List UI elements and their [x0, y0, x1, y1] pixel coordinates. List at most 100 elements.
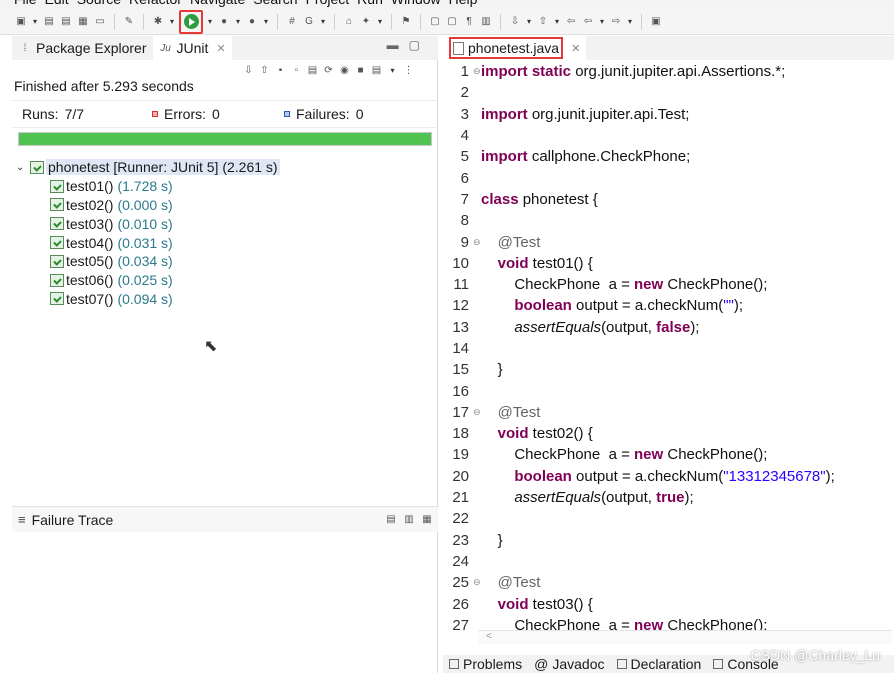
test-item[interactable]: test07() (0.094 s) — [12, 290, 438, 309]
coverage-icon[interactable]: ● — [217, 15, 231, 29]
show-failures-only-icon[interactable]: ▪ — [274, 64, 287, 77]
pin-icon[interactable]: ⚑ — [399, 15, 413, 29]
menu-project[interactable]: Project — [306, 0, 350, 9]
save-all-icon[interactable]: ▤ — [59, 15, 73, 29]
code-editor[interactable]: 1 ⊖ import static org.junit.jupiter.api.As… — [443, 61, 894, 636]
show-skipped-icon[interactable]: ▫ — [290, 64, 303, 77]
toggle-mark-icon[interactable]: ▢ — [428, 15, 442, 29]
menu-refactor[interactable]: Refactor — [129, 0, 182, 9]
fold-icon[interactable]: ⊖ — [473, 66, 481, 77]
test-item[interactable]: test02() (0.000 s) — [12, 196, 438, 215]
copy-trace-icon[interactable]: ▦ — [420, 512, 434, 526]
errors-counter: Errors: 0 — [152, 106, 284, 122]
next-annotation-icon[interactable]: ⇩ — [508, 15, 522, 29]
chevron-down-icon[interactable]: ▾ — [525, 15, 533, 29]
history-icon[interactable]: ▤ — [370, 64, 383, 77]
save-icon[interactable]: ▤ — [42, 15, 56, 29]
test-item[interactable]: test06() (0.025 s) — [12, 271, 438, 290]
previous-failure-icon[interactable]: ⇧ — [258, 64, 271, 77]
tab-javadoc[interactable]: @ Javadoc — [534, 656, 604, 672]
toolbar-separator — [143, 13, 144, 30]
toolbar-separator — [641, 13, 642, 30]
menu-help[interactable]: Help — [449, 0, 478, 9]
last-edit-icon[interactable]: ⇦ — [564, 15, 578, 29]
wrench-icon[interactable]: ✎ — [122, 15, 136, 29]
close-icon[interactable]: ✕ — [216, 42, 225, 55]
print-icon[interactable]: ▦ — [76, 15, 90, 29]
rerun-icon[interactable]: ⟳ — [322, 64, 335, 77]
filter-stack-icon[interactable]: ▥ — [402, 512, 416, 526]
fold-icon[interactable]: ⊖ — [473, 577, 481, 588]
forward-icon[interactable]: ⇨ — [609, 15, 623, 29]
code-text: import callphone.CheckPhone; — [481, 148, 691, 166]
test-tree-root[interactable]: ⌄ phonetest [Runner: JUnit 5] (2.261 s) — [12, 158, 438, 177]
chevron-down-icon[interactable]: ▾ — [262, 15, 270, 29]
menu-window[interactable]: Window — [391, 0, 441, 9]
tab-problems[interactable]: Problems — [449, 656, 522, 672]
chevron-down-icon[interactable]: ▾ — [553, 15, 561, 29]
stop-icon[interactable]: ■ — [354, 64, 367, 77]
code-line: 20 boolean output = a.checkNum("13312345… — [443, 466, 894, 487]
next-failure-icon[interactable]: ⇩ — [242, 64, 255, 77]
scroll-left-icon[interactable]: < — [486, 631, 492, 642]
close-icon[interactable]: ✕ — [571, 42, 580, 55]
test-item[interactable]: test01() (1.728 s) — [12, 177, 438, 196]
chevron-down-icon[interactable]: ▾ — [626, 15, 634, 29]
tab-declaration[interactable]: Declaration — [616, 656, 701, 672]
test-tree: ⌄ phonetest [Runner: JUnit 5] (2.261 s) … — [12, 158, 438, 308]
menu-file[interactable]: File — [14, 0, 37, 9]
line-number: 27 — [452, 616, 469, 634]
menu-source[interactable]: Source — [77, 0, 121, 9]
menu-navigate[interactable]: Navigate — [190, 0, 245, 9]
chevron-down-icon[interactable]: ▾ — [319, 15, 327, 29]
chevron-down-icon[interactable]: ▾ — [31, 15, 39, 29]
tab-editor-file[interactable]: phonetest.java ✕ — [443, 36, 587, 60]
runs-value: 7/7 — [64, 106, 85, 122]
toggle-block-icon[interactable]: ▢ — [445, 15, 459, 29]
chevron-down-icon[interactable]: ▾ — [168, 15, 176, 29]
chevron-down-icon[interactable]: ▾ — [206, 15, 214, 29]
debug-icon[interactable]: ✱ — [151, 15, 165, 29]
test-suite-icon — [30, 160, 44, 174]
minimize-icon[interactable]: ▬ — [387, 38, 409, 52]
maximize-icon[interactable]: ▢ — [409, 38, 430, 52]
run-button[interactable] — [179, 9, 203, 34]
test-item[interactable]: test04() (0.031 s) — [12, 233, 438, 252]
tab-package-explorer[interactable]: ⁞ Package Explorer — [12, 36, 153, 60]
code-line: 8 — [443, 210, 894, 231]
terminal-icon[interactable]: ▭ — [93, 15, 107, 29]
show-whitespace-icon[interactable]: ¶ — [462, 15, 476, 29]
test-pass-icon — [50, 254, 64, 268]
search-icon[interactable]: ✦ — [359, 15, 373, 29]
open-type-icon[interactable]: ⌂ — [342, 15, 356, 29]
fold-icon[interactable]: ⊖ — [473, 237, 481, 248]
menu-edit[interactable]: Edit — [45, 0, 69, 9]
code-text: void test02() { — [497, 425, 593, 443]
tab-junit[interactable]: Ju JUnit ✕ — [152, 36, 232, 60]
new-package-icon[interactable]: # — [285, 15, 299, 29]
compare-results-icon[interactable]: ▤ — [384, 512, 398, 526]
show-lines-icon[interactable]: ▥ — [479, 15, 493, 29]
rerun-failed-icon[interactable]: ◉ — [338, 64, 351, 77]
external-tools-icon[interactable]: ● — [245, 15, 259, 29]
test-item[interactable]: test05() (0.034 s) — [12, 252, 438, 271]
fold-icon[interactable]: ⊖ — [473, 407, 481, 418]
view-menu-icon[interactable]: ⋮ — [402, 64, 415, 77]
new-class-icon[interactable]: G — [302, 15, 316, 29]
scroll-lock-icon[interactable]: ▤ — [306, 64, 319, 77]
chevron-down-icon[interactable]: ▾ — [598, 15, 606, 29]
chevron-down-icon[interactable]: ▾ — [376, 15, 384, 29]
editor-horizontal-scrollbar[interactable]: < — [478, 630, 892, 644]
chevron-down-icon[interactable]: ▾ — [234, 15, 242, 29]
line-number: 22 — [452, 510, 469, 528]
prev-annotation-icon[interactable]: ⇧ — [536, 15, 550, 29]
menu-search[interactable]: Search — [253, 0, 297, 9]
chevron-down-icon[interactable]: ⌄ — [16, 162, 30, 173]
menu-run[interactable]: Run — [357, 0, 383, 9]
back-icon[interactable]: ⇦ — [581, 15, 595, 29]
line-number: 17 — [452, 403, 469, 421]
chevron-down-icon[interactable]: ▾ — [386, 64, 399, 77]
test-item[interactable]: test03() (0.010 s) — [12, 214, 438, 233]
new-icon[interactable]: ▣ — [14, 15, 28, 29]
open-perspective-icon[interactable]: ▣ — [649, 15, 663, 29]
